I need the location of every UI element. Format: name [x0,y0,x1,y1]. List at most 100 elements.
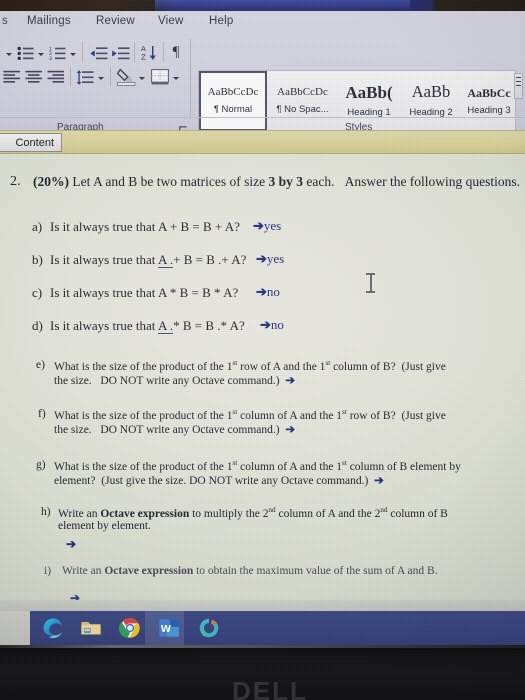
numbering-button[interactable]: 1 2 3 [48,44,66,62]
item-e-line1: What is the size of the product of the 1… [54,359,446,373]
item-g-l2-p2: (Just give the size. DO NOT write any Oc… [101,475,369,487]
item-h-l1-p4: column of B [387,507,448,520]
monitor-brand-logo: DELL [232,676,308,700]
item-h-letter: h) [41,506,51,518]
bullets-more-caret[interactable] [36,47,45,61]
borders-caret[interactable] [171,71,180,85]
item-f-l1-p1: What is the size of the product of the 1 [54,409,233,422]
align-center-button[interactable] [24,68,44,86]
borders-button[interactable] [150,68,169,86]
svg-text:W: W [161,624,172,635]
ribbon-tab-review[interactable]: Review [96,15,135,27]
ribbon-body: 1 2 3 A Z ¶ AaBbCcDc ¶ Normal AaBbCcDc ¶… [0,39,525,132]
item-b-underlined: A . [157,252,174,268]
item-b-letter: b) [32,252,43,267]
numbering-more-caret[interactable] [68,47,77,61]
question-stem: (20%) Let A and B be two matrices of siz… [33,174,520,190]
ribbon-divider-1 [82,42,83,62]
question-stem-text: Let A and B be two matrices of size [69,174,269,189]
screen-photo: s Mailings Review View Help 1 2 3 A Z ¶ … [0,0,525,700]
sort-button[interactable]: A Z [139,43,159,63]
item-h-arrow-icon: ➔ [66,537,77,551]
item-g-l1-p1: What is the size of the product of the 1 [54,460,233,473]
chrome-icon[interactable] [118,617,141,639]
windows-taskbar [30,611,525,645]
document-page[interactable]: 2. (20%) Let A and B be two matrices of … [0,154,525,611]
item-g-line2: element? (Just give the size. DO NOT wri… [54,473,384,487]
bullets-dropdown-caret[interactable] [4,47,13,61]
style-label: ¶ No Spac... [276,104,329,115]
style-preview: AaBbCc [467,85,511,100]
item-h-l1-p1: Write an [58,507,101,520]
ribbon-tab-view[interactable]: View [158,15,184,27]
arrow-icon: ➔ [253,218,264,233]
item-i-line1: Write an Octave expression to obtain the… [62,565,438,577]
item-h-ord1: nd [268,506,276,514]
item-c-answer: ➔no [256,284,280,300]
item-d-answer: ➔no [260,317,284,333]
item-d-text-pre: Is it always true that [50,318,158,333]
arrow-icon: ➔ [285,375,295,387]
item-b-text: Is it always true that A .+ B = B .+ A? [50,252,246,268]
ribbon-divider-3 [163,42,164,62]
show-formatting-marks-button[interactable]: ¶ [168,42,184,62]
style-preview: AaBb( [345,83,393,102]
svg-text:A: A [141,45,146,53]
titlebar-highlight [155,0,410,11]
shading-button[interactable] [116,67,136,86]
item-i-l1-p1: Write an [62,565,105,577]
item-c-text: Is it always true that A * B = B * A? [50,285,239,300]
item-a-text: Is it always true that A + B = B + A? [50,219,240,234]
item-e-l1-p3: column of B? [330,360,396,373]
edge-icon[interactable] [42,617,64,639]
text-cursor-ibeam [366,273,375,293]
bullets-button[interactable] [16,44,34,62]
enable-content-button[interactable]: Content [0,133,62,152]
arrow-icon: ➔ [374,475,384,487]
item-h-l1-p2: to multiply the 2 [189,507,269,520]
line-spacing-caret[interactable] [96,71,105,85]
align-right-button[interactable] [46,68,66,86]
item-g-line1: What is the size of the product of the 1… [54,459,461,473]
item-i-letter: i) [44,565,52,577]
styles-more-button[interactable] [514,73,523,99]
ribbon-tab-help[interactable]: Help [209,15,233,27]
app-icon[interactable] [198,617,220,639]
answer-text: no [266,284,280,299]
item-d-text-post: * B = B .* A? [173,318,245,333]
item-f-line1: What is the size of the product of the 1… [54,408,446,422]
arrow-icon: ➔ [285,424,295,436]
ribbon-tab-partial[interactable]: s [2,15,8,27]
question-percent: (20%) [33,174,69,189]
item-e-letter: e) [36,359,45,371]
ribbon-tab-mailings[interactable]: Mailings [27,15,71,27]
svg-text:3: 3 [49,56,52,61]
answer-text: yes [266,251,285,266]
item-f-line2: the size. DO NOT write any Octave comman… [54,422,295,436]
security-warning-bar: Content [0,130,525,154]
arrow-icon: ➔ [260,317,271,332]
item-g-l2-p1: element? [54,475,96,487]
answer-text: yes [263,218,282,233]
ribbon-tab-strip: s Mailings Review View Help [0,11,525,39]
item-i-bold: Octave expression [104,565,194,577]
arrow-icon: ➔ [256,284,267,299]
decrease-indent-button[interactable] [88,44,108,62]
line-spacing-button[interactable] [75,68,94,86]
align-left-button[interactable] [2,68,22,86]
shading-caret[interactable] [137,71,146,85]
file-explorer-icon[interactable] [80,617,102,639]
ribbon-divider-2 [134,42,135,62]
item-g-letter: g) [36,459,46,471]
style-preview: AaBbCcDc [277,86,328,98]
answer-text: no [270,317,284,332]
question-stem-instruction: Answer the following questions. [344,174,521,189]
increase-indent-button[interactable] [110,44,130,62]
item-b-text-post: + B = B .+ A? [173,252,247,267]
item-e-l1-p1: What is the size of the product of the 1 [54,360,233,373]
word-icon[interactable]: W [158,617,180,639]
taskbar-left-pad [0,611,30,645]
item-h-line1: Write an Octave expression to multiply t… [58,506,448,520]
item-h-l1-p3: column of A and the 2 [275,507,381,520]
ribbon-divider-5 [110,67,111,86]
